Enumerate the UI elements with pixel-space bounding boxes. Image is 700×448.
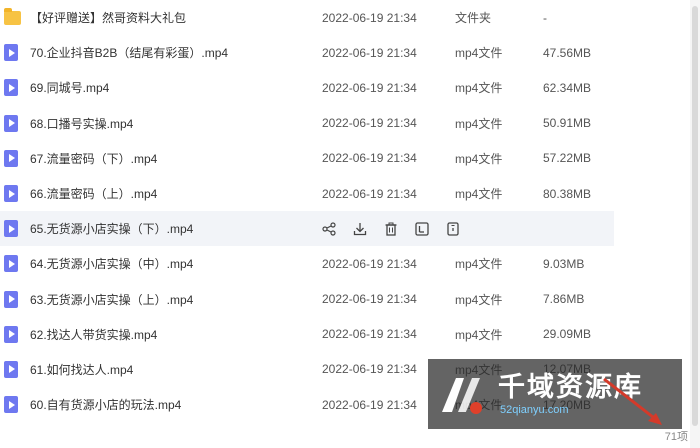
video-file-icon xyxy=(4,396,18,414)
video-file-icon xyxy=(4,360,18,378)
file-name[interactable]: 64.无货源小店实操（中）.mp4 xyxy=(30,255,193,272)
file-icon-cell xyxy=(0,79,28,97)
file-name[interactable]: 70.企业抖音B2B（结尾有彩蛋）.mp4 xyxy=(30,44,228,61)
folder-icon xyxy=(4,7,21,25)
file-name[interactable]: 【好评赠送】然哥资料大礼包 xyxy=(30,9,186,26)
watermark-logo-icon xyxy=(436,368,488,420)
file-row[interactable]: 66.流量密码（上）.mp4 2022-06-19 21:34 mp4文件 80.38… xyxy=(0,176,690,211)
file-name[interactable]: 69.同城号.mp4 xyxy=(30,79,109,96)
file-date: 2022-06-19 21:34 xyxy=(322,186,417,201)
file-type: 文件夹 xyxy=(455,11,492,26)
file-type: mp4文件 xyxy=(455,327,503,342)
video-file-icon xyxy=(4,149,18,167)
file-size: 80.38MB xyxy=(543,186,592,201)
download-icon[interactable] xyxy=(353,222,367,236)
file-icon-cell xyxy=(0,325,28,343)
video-file-icon xyxy=(4,185,18,203)
file-name[interactable]: 68.口播号实操.mp4 xyxy=(30,115,133,132)
file-name[interactable]: 61.如何找达人.mp4 xyxy=(30,361,133,378)
scrollbar[interactable] xyxy=(690,0,700,448)
file-size: 57.22MB xyxy=(543,151,592,166)
file-row[interactable]: 62.找达人带货实操.mp4 2022-06-19 21:34 mp4文件 29.09… xyxy=(0,317,690,352)
file-size: 7.86MB xyxy=(543,292,585,307)
video-file-icon xyxy=(4,255,18,273)
file-type: mp4文件 xyxy=(455,81,503,96)
file-row[interactable]: 【好评赠送】然哥资料大礼包 2022-06-19 21:34 文件夹 - xyxy=(0,0,690,35)
file-size: 47.56MB xyxy=(543,45,592,60)
file-date: 2022-06-19 21:34 xyxy=(322,10,417,25)
file-name[interactable]: 62.找达人带货实操.mp4 xyxy=(30,326,157,343)
file-icon-cell xyxy=(0,44,28,62)
file-date: 2022-06-19 21:34 xyxy=(322,397,417,412)
rename-icon[interactable] xyxy=(415,222,429,236)
video-file-icon xyxy=(4,79,18,97)
file-type: mp4文件 xyxy=(455,292,503,307)
file-row[interactable]: 67.流量密码（下）.mp4 2022-06-19 21:34 mp4文件 57.22… xyxy=(0,141,690,176)
file-icon-cell xyxy=(0,255,28,273)
video-file-icon xyxy=(4,290,18,308)
file-row[interactable]: 65.无货源小店实操（下）.mp4 xyxy=(0,211,614,247)
more-icon[interactable] xyxy=(446,222,460,236)
delete-icon[interactable] xyxy=(384,222,398,236)
video-file-icon xyxy=(4,114,18,132)
file-row[interactable]: 63.无货源小店实操（上）.mp4 2022-06-19 21:34 mp4文件 7.… xyxy=(0,282,690,317)
file-name[interactable]: 66.流量密码（上）.mp4 xyxy=(30,185,157,202)
file-type: mp4文件 xyxy=(455,187,503,202)
file-size: 50.91MB xyxy=(543,116,592,131)
file-type: mp4文件 xyxy=(455,151,503,166)
file-date: 2022-06-19 21:34 xyxy=(322,80,417,95)
file-name[interactable]: 67.流量密码（下）.mp4 xyxy=(30,150,157,167)
file-type: mp4文件 xyxy=(455,46,503,61)
file-date: 2022-06-19 21:34 xyxy=(322,256,417,271)
file-icon-cell xyxy=(0,290,28,308)
file-icon-cell xyxy=(0,114,28,132)
file-name[interactable]: 60.自有货源小店的玩法.mp4 xyxy=(30,396,181,413)
file-size: 9.03MB xyxy=(543,256,585,271)
file-row[interactable]: 68.口播号实操.mp4 2022-06-19 21:34 mp4文件 50.91MB xyxy=(0,106,690,141)
file-icon-cell xyxy=(0,360,28,378)
file-icon-cell xyxy=(0,149,28,167)
red-arrow-icon xyxy=(603,377,662,425)
file-size: - xyxy=(543,10,547,25)
file-date: 2022-06-19 21:34 xyxy=(322,45,417,60)
share-icon[interactable] xyxy=(322,222,336,236)
file-date: 2022-06-19 21:34 xyxy=(322,327,417,342)
file-icon-cell xyxy=(0,220,28,238)
file-size: 62.34MB xyxy=(543,80,592,95)
file-size: 29.09MB xyxy=(543,327,592,342)
file-date: 2022-06-19 21:34 xyxy=(322,362,417,377)
file-name[interactable]: 63.无货源小店实操（上）.mp4 xyxy=(30,291,193,308)
row-actions xyxy=(322,222,460,236)
file-date: 2022-06-19 21:34 xyxy=(322,116,417,131)
video-file-icon xyxy=(4,44,18,62)
file-date: 2022-06-19 21:34 xyxy=(322,151,417,166)
item-count: 71项 xyxy=(664,431,688,443)
scrollbar-thumb[interactable] xyxy=(692,6,698,426)
file-type: mp4文件 xyxy=(455,257,503,272)
file-icon-cell xyxy=(0,185,28,203)
video-file-icon xyxy=(4,220,18,238)
file-row[interactable]: 70.企业抖音B2B（结尾有彩蛋）.mp4 2022-06-19 21:34 mp4… xyxy=(0,35,690,70)
file-icon-cell xyxy=(0,396,28,414)
file-row[interactable]: 64.无货源小店实操（中）.mp4 2022-06-19 21:34 mp4文件 9.… xyxy=(0,246,690,281)
file-name[interactable]: 65.无货源小店实操（下）.mp4 xyxy=(30,220,193,237)
video-file-icon xyxy=(4,325,18,343)
file-date: 2022-06-19 21:34 xyxy=(322,292,417,307)
file-type: mp4文件 xyxy=(455,116,503,131)
file-icon-cell xyxy=(0,7,28,25)
file-row[interactable]: 69.同城号.mp4 2022-06-19 21:34 mp4文件 62.34MB xyxy=(0,70,690,105)
